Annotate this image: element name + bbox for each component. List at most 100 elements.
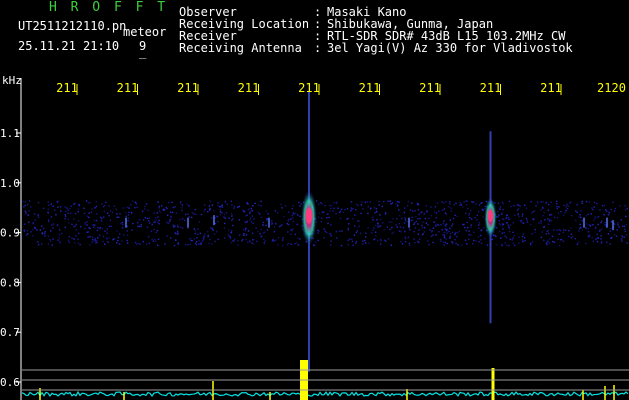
noise-pixel: [132, 200, 134, 202]
noise-pixel: [179, 202, 182, 204]
noise-pixel: [162, 209, 165, 211]
noise-pixel: [547, 209, 549, 211]
noise-pixel: [384, 211, 387, 214]
noise-pixel: [437, 210, 440, 212]
noise-pixel: [158, 219, 160, 222]
noise-pixel: [360, 212, 362, 215]
noise-pixel: [481, 208, 484, 211]
noise-pixel: [541, 231, 544, 233]
noise-pixel: [457, 244, 459, 246]
noise-pixel: [156, 230, 159, 232]
noise-pixel: [553, 241, 556, 244]
noise-pixel: [378, 204, 380, 206]
x-tick-label: 2120: [597, 81, 626, 95]
noise-pixel: [94, 207, 96, 209]
noise-pixel: [367, 227, 369, 229]
noise-pixel: [117, 236, 120, 239]
noise-pixel: [570, 227, 572, 229]
noise-pixel: [347, 217, 349, 220]
noise-pixel: [469, 209, 472, 212]
noise-pixel: [292, 220, 294, 223]
noise-pixel: [210, 227, 212, 229]
noise-pixel: [546, 242, 548, 245]
noise-pixel: [389, 228, 391, 231]
noise-pixel: [391, 221, 393, 223]
noise-pixel: [142, 219, 145, 221]
noise-pixel: [513, 235, 515, 237]
noise-pixel: [414, 210, 416, 212]
noise-pixel: [174, 225, 176, 227]
noise-pixel: [181, 209, 183, 212]
noise-pixel: [454, 232, 457, 234]
noise-pixel: [557, 238, 559, 241]
noise-pixel: [134, 242, 137, 244]
noise-streak: [583, 217, 585, 228]
noise-pixel: [330, 235, 332, 237]
noise-pixel: [106, 228, 109, 230]
noise-pixel: [396, 205, 399, 207]
noise-pixel: [230, 232, 232, 234]
noise-pixel: [460, 204, 463, 206]
noise-pixel: [224, 201, 227, 203]
noise-pixel: [197, 228, 199, 230]
noise-pixel: [544, 219, 546, 221]
noise-pixel: [517, 207, 520, 210]
noise-pixel: [177, 230, 179, 232]
noise-pixel: [232, 224, 234, 227]
noise-pixel: [425, 222, 428, 224]
noise-pixel: [533, 210, 536, 212]
noise-pixel: [202, 238, 205, 241]
noise-pixel: [249, 240, 251, 242]
noise-pixel: [199, 232, 202, 235]
noise-pixel: [543, 226, 545, 229]
noise-pixel: [478, 241, 480, 243]
noise-pixel: [435, 234, 437, 236]
noise-pixel: [540, 222, 542, 225]
noise-pixel: [464, 239, 467, 241]
noise-pixel: [100, 216, 102, 219]
noise-pixel: [413, 238, 415, 240]
noise-pixel: [421, 226, 424, 229]
noise-pixel: [124, 211, 127, 214]
noise-pixel: [290, 233, 292, 235]
noise-pixel: [158, 207, 160, 209]
noise-pixel: [242, 228, 245, 231]
noise-pixel: [430, 214, 433, 217]
noise-pixel: [625, 224, 628, 226]
noise-pixel: [265, 224, 267, 227]
noise-pixel: [375, 207, 378, 210]
noise-pixel: [417, 203, 420, 206]
noise-pixel: [266, 229, 269, 231]
noise-pixel: [225, 211, 228, 214]
noise-pixel: [404, 217, 406, 219]
noise-pixel: [262, 224, 264, 226]
noise-pixel: [442, 241, 445, 243]
noise-pixel: [290, 218, 292, 220]
noise-pixel: [512, 237, 514, 239]
echo-core: [487, 209, 494, 222]
noise-pixel: [593, 219, 595, 221]
noise-pixel: [374, 224, 377, 227]
noise-pixel: [326, 217, 328, 219]
noise-pixel: [600, 235, 602, 237]
noise-pixel: [245, 238, 247, 241]
noise-pixel: [245, 234, 248, 236]
noise-pixel: [116, 242, 118, 244]
noise-pixel: [42, 227, 45, 230]
noise-pixel: [509, 238, 512, 240]
noise-pixel: [403, 222, 406, 224]
noise-pixel: [376, 222, 379, 225]
noise-pixel: [41, 225, 43, 227]
noise-pixel: [443, 220, 445, 222]
noise-pixel: [545, 202, 547, 205]
noise-pixel: [505, 236, 508, 239]
noise-pixel: [502, 228, 504, 230]
noise-pixel: [387, 238, 390, 240]
noise-pixel: [351, 240, 354, 243]
noise-pixel: [585, 226, 587, 229]
noise-pixel: [449, 219, 451, 222]
noise-pixel: [364, 239, 366, 242]
noise-pixel: [556, 207, 558, 210]
noise-pixel: [181, 207, 183, 209]
noise-pixel: [27, 233, 29, 235]
